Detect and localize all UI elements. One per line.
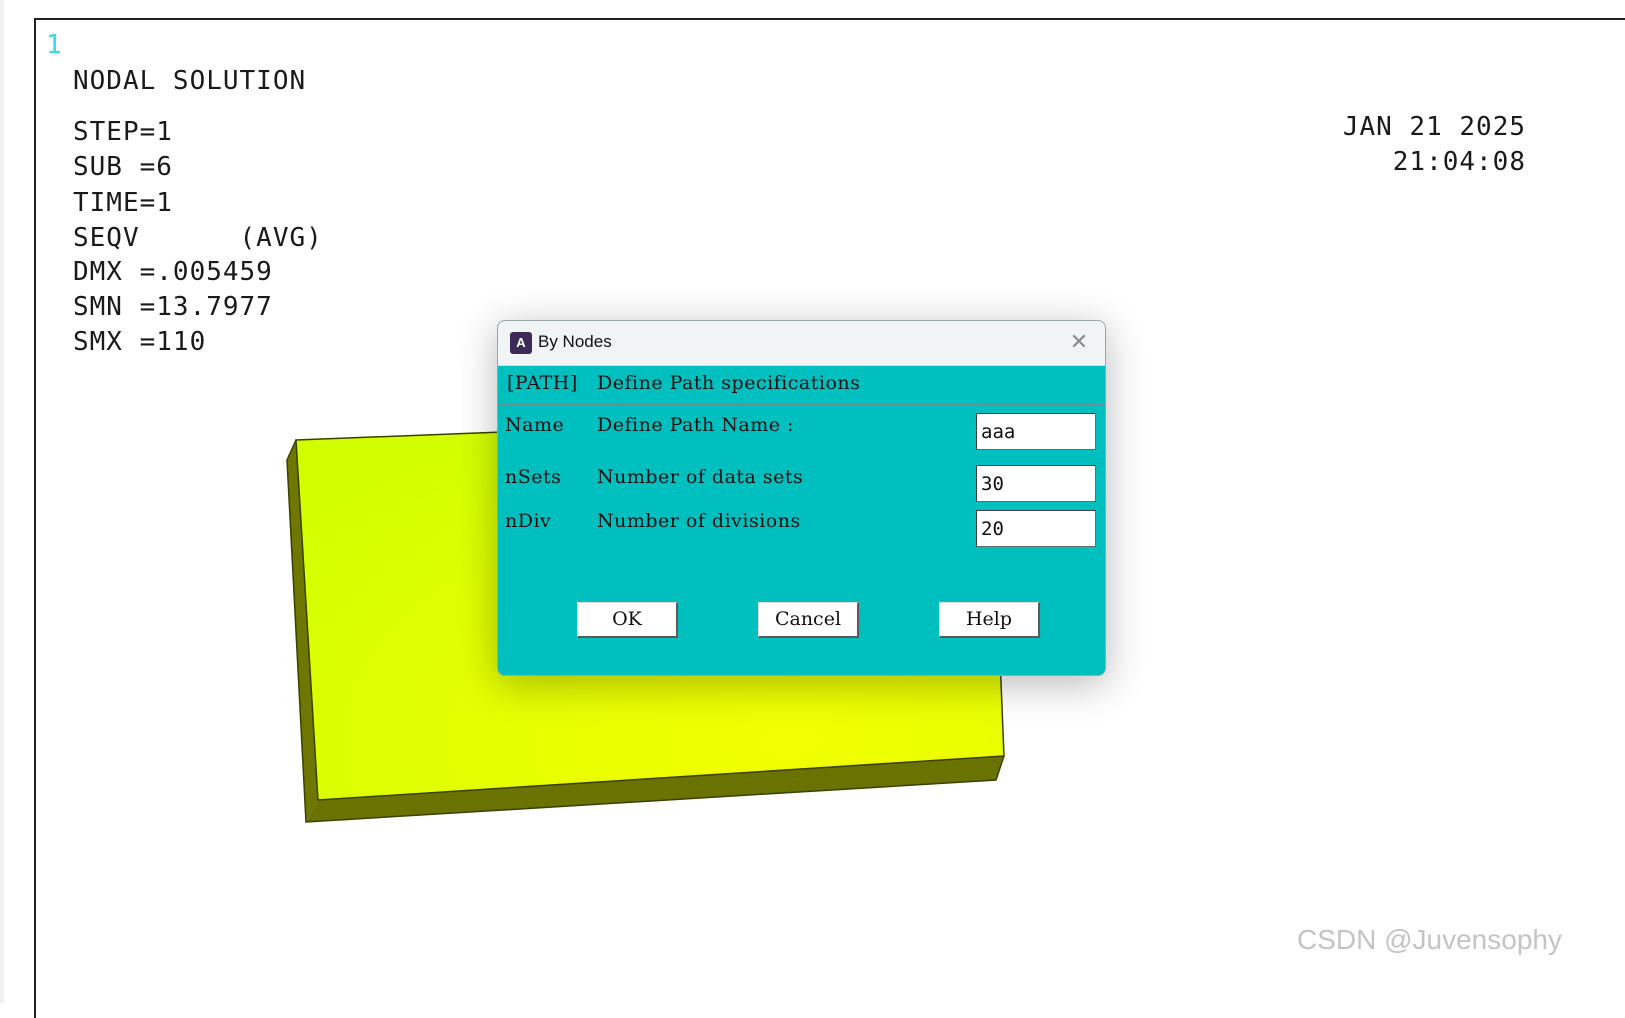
dialog-header: [PATH] Define Path specifications [498, 365, 1105, 406]
field-label-name: Define Path Name : [597, 414, 794, 436]
divisions-input[interactable] [976, 510, 1096, 547]
field-key-name: Name [505, 414, 565, 436]
dialog-title: By Nodes [538, 332, 612, 351]
path-name-input[interactable] [976, 413, 1096, 450]
header-text: Define Path specifications [597, 372, 861, 394]
field-key-nsets: nSets [505, 466, 562, 488]
field-key-ndiv: nDiv [505, 510, 552, 532]
close-icon[interactable]: ✕ [1067, 330, 1091, 354]
ok-button[interactable]: OK [577, 602, 678, 638]
field-label-ndiv: Number of divisions [597, 510, 801, 532]
by-nodes-dialog: A By Nodes ✕ [PATH] Define Path specific… [497, 320, 1106, 676]
ansys-app-icon: A [510, 332, 532, 354]
dialog-titlebar[interactable]: A By Nodes ✕ [498, 321, 1105, 366]
graphics-viewport[interactable]: 1 NODAL SOLUTION STEP=1 SUB =6 TIME=1 SE… [0, 0, 1625, 1018]
field-label-nsets: Number of data sets [597, 466, 804, 488]
header-tag: [PATH] [507, 372, 578, 394]
csdn-watermark: CSDN @Juvensophy [1297, 924, 1562, 955]
cancel-button[interactable]: Cancel [758, 602, 859, 638]
data-sets-input[interactable] [976, 465, 1096, 502]
help-button[interactable]: Help [939, 602, 1040, 638]
